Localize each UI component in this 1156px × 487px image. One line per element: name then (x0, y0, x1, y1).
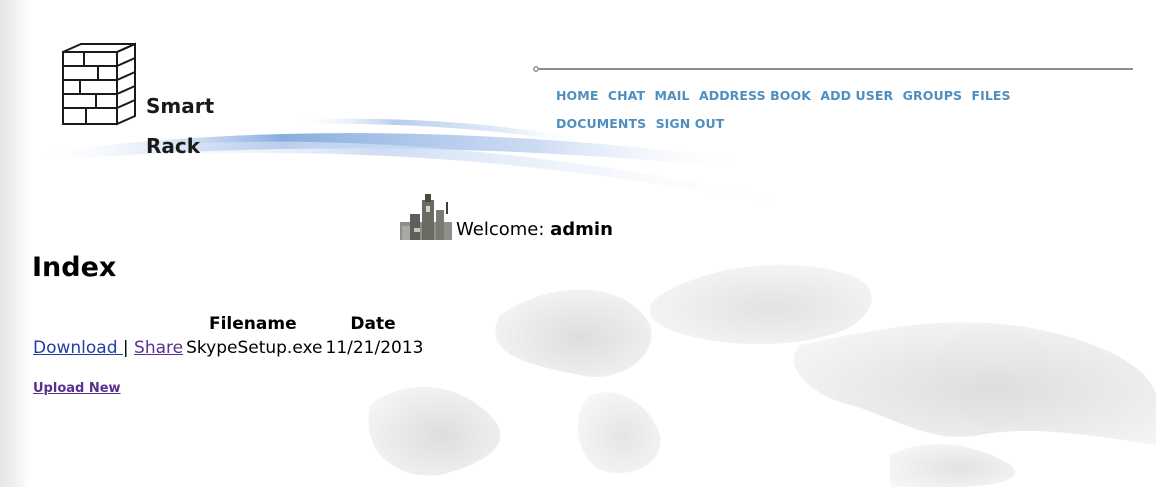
nav-groups[interactable]: GROUPS (903, 88, 962, 103)
date-cell: 11/21/2013 (325, 338, 424, 358)
welcome-message: Welcome: admin (456, 220, 613, 240)
filename-cell: SkypeSetup.exe (186, 338, 323, 358)
world-map-background (368, 264, 1156, 487)
welcome-banner: Welcome: admin (400, 190, 613, 240)
nav-address-book[interactable]: ADDRESS BOOK (699, 88, 811, 103)
upload-new-link[interactable]: Upload New (33, 381, 121, 396)
page-title: Index (32, 252, 117, 283)
table-header-row: Filename Date (33, 312, 426, 336)
logo-wordmark: Smart Rack (146, 76, 214, 176)
table-row: Download | Share SkypeSetup.exe 11/21/20… (33, 336, 426, 360)
row-actions-cell: Download | Share (33, 336, 186, 360)
nav-documents[interactable]: DOCUMENTS (556, 116, 646, 131)
files-table: Filename Date Download | Share SkypeSetu… (33, 312, 426, 360)
share-link[interactable]: Share (134, 338, 183, 358)
actions-column-header (33, 312, 186, 336)
nav-files[interactable]: FILES (971, 88, 1010, 103)
nav-home[interactable]: HOME (556, 88, 598, 103)
link-separator: | (122, 338, 129, 358)
logo-line-smart: Smart (146, 94, 215, 118)
nav-divider-line (533, 66, 1133, 72)
welcome-username: admin (550, 219, 613, 240)
nav-mail[interactable]: MAIL (654, 88, 689, 103)
welcome-prefix: Welcome: (456, 219, 545, 240)
rack-logo-icon (62, 42, 136, 126)
download-link[interactable]: Download (33, 338, 123, 358)
smart-rack-logo[interactable]: Smart Rack (60, 42, 240, 156)
left-border-strip (0, 0, 30, 487)
filename-column-header: Filename (208, 314, 297, 334)
nav-add-user[interactable]: ADD USER (820, 88, 893, 103)
logo-line-rack: Rack (146, 134, 201, 158)
user-avatar-image (400, 192, 452, 240)
main-navigation: HOME CHAT MAIL ADDRESS BOOK ADD USER GRO… (556, 82, 1116, 138)
nav-sign-out[interactable]: SIGN OUT (656, 116, 725, 131)
date-column-header: Date (350, 314, 396, 334)
nav-chat[interactable]: CHAT (608, 88, 645, 103)
